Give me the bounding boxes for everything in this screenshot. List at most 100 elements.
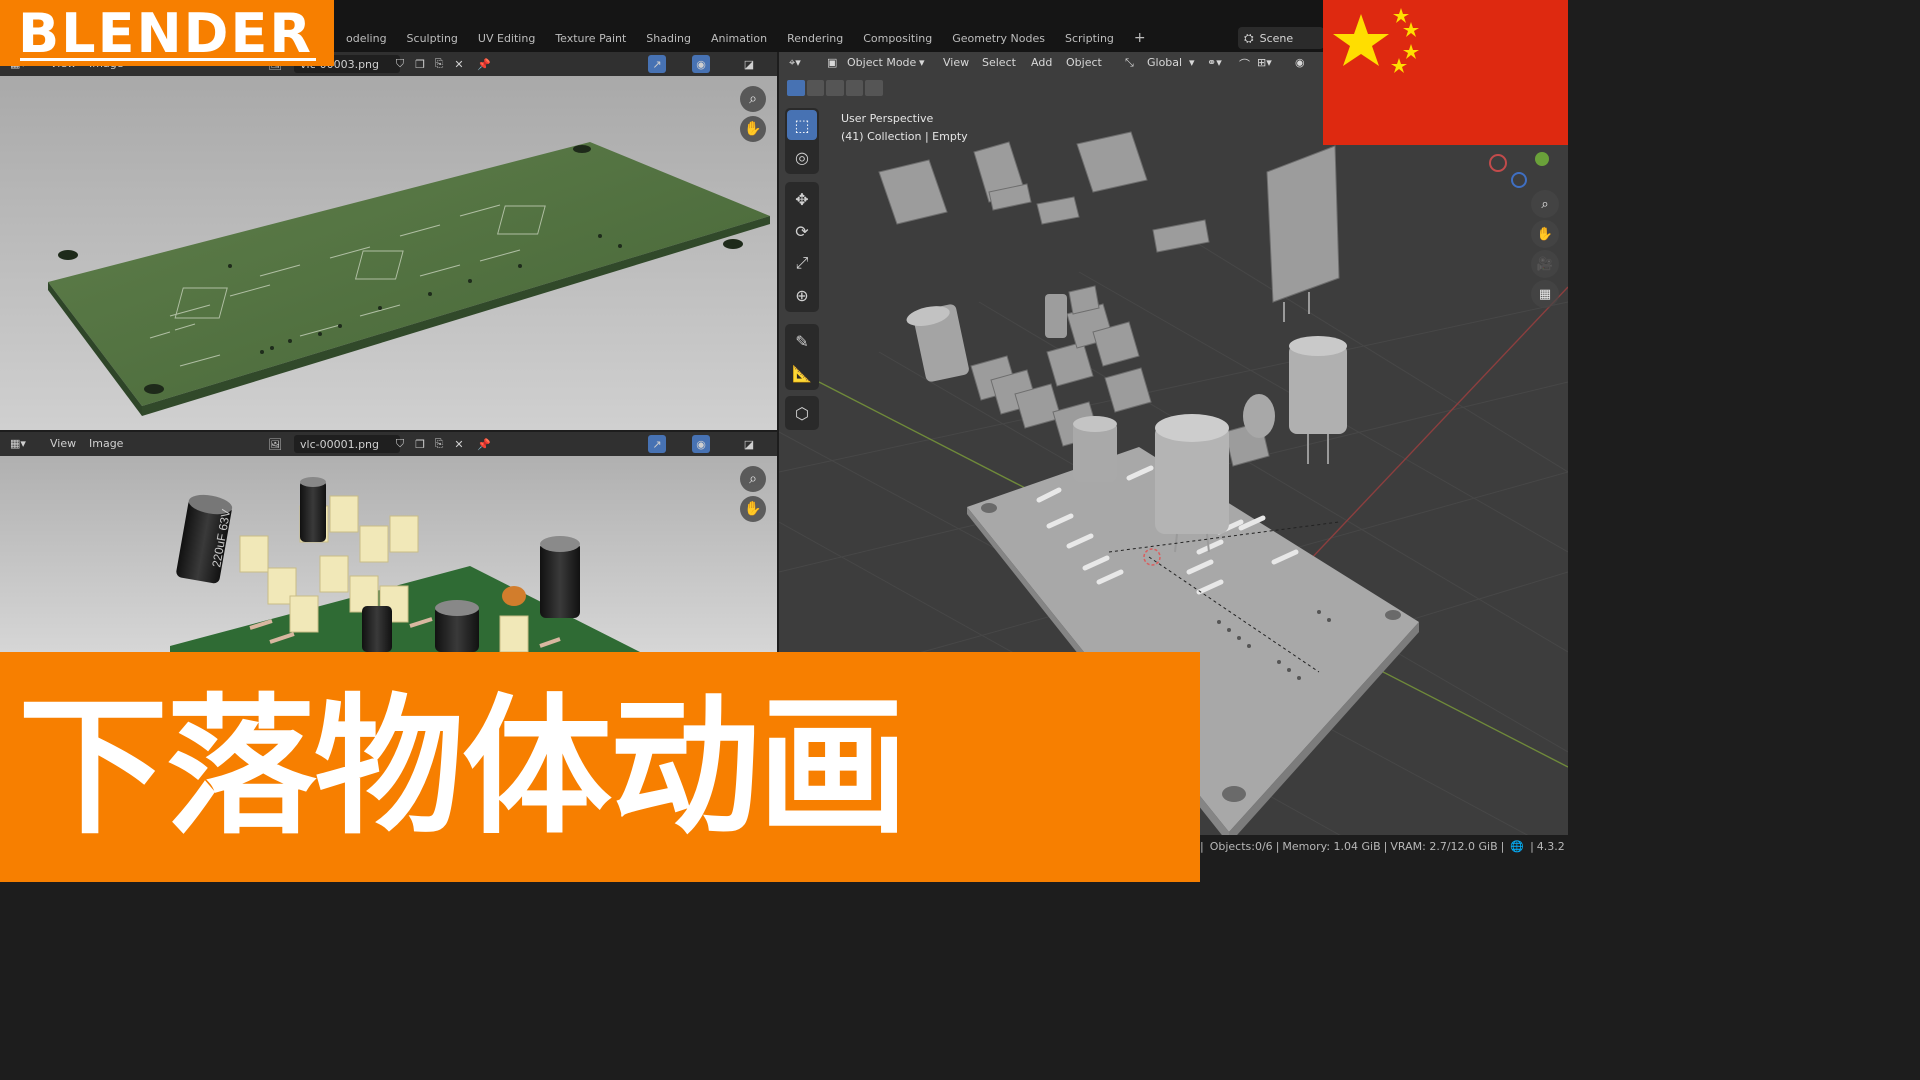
- pan-hand-icon[interactable]: ✋: [740, 496, 766, 522]
- menu-view[interactable]: View: [50, 437, 76, 450]
- image-name-field[interactable]: vlc-00001.png: [294, 435, 400, 453]
- scene-label: Scene: [1259, 31, 1294, 45]
- move-icon[interactable]: ✥: [787, 184, 817, 214]
- mode-selector[interactable]: Object Mode: [847, 56, 916, 69]
- axis-y-icon: [1535, 152, 1549, 166]
- active-collection-label: (41) Collection | Empty: [841, 130, 968, 143]
- tab-uv-editing[interactable]: UV Editing: [468, 28, 545, 52]
- zoom-icon[interactable]: ⌕: [740, 86, 766, 112]
- editor-type-icon[interactable]: ▦▾: [10, 437, 26, 450]
- fake-user-icon[interactable]: ⛉: [391, 55, 409, 73]
- pan-hand-icon[interactable]: ✋: [1531, 220, 1559, 248]
- blender-version: 4.3.2: [1536, 839, 1565, 853]
- duplicate-icon[interactable]: ❐: [411, 435, 429, 453]
- close-icon[interactable]: ✕: [450, 435, 468, 453]
- uv-sync-icon[interactable]: ↗: [648, 435, 666, 453]
- snap-icon[interactable]: ⌒: [1239, 56, 1250, 72]
- camera-view-icon[interactable]: 🎥: [1531, 250, 1559, 278]
- open-image-icon[interactable]: ⎘: [430, 435, 448, 453]
- toolbar-add: ⬡: [785, 396, 819, 430]
- select-box-icon[interactable]: ⬚: [787, 110, 817, 140]
- tab-rendering[interactable]: Rendering: [777, 28, 853, 52]
- add-cube-icon[interactable]: ⬡: [787, 398, 817, 428]
- workspace-tabs: odeling Sculpting UV Editing Texture Pai…: [336, 28, 1156, 52]
- china-flag-icon: [1323, 0, 1568, 145]
- viewport-info: User Perspective (41) Collection | Empty: [841, 110, 968, 146]
- image-editor-bottom: ▦▾ View Image 🖼 vlc-00001.png ⛉ ❐ ⎘ ✕ 📌 …: [0, 432, 777, 652]
- snap-target-icon[interactable]: ⊞▾: [1257, 56, 1272, 69]
- rotate-icon[interactable]: ⟳: [787, 216, 817, 246]
- vram-usage: VRAM: 2.7/12.0 GiB: [1390, 839, 1498, 853]
- zoom-icon[interactable]: ⌕: [740, 466, 766, 492]
- gizmo-toggle-icon[interactable]: ◉: [692, 55, 710, 73]
- close-icon[interactable]: ✕: [450, 55, 468, 73]
- menu-view[interactable]: View: [943, 56, 969, 69]
- render-preview-pcb: [0, 76, 777, 430]
- tab-shading[interactable]: Shading: [636, 28, 701, 52]
- select-new-icon[interactable]: [787, 80, 805, 96]
- axis-x-icon: [1489, 154, 1507, 172]
- proportional-edit-icon[interactable]: ◉: [1295, 56, 1305, 69]
- menu-select[interactable]: Select: [982, 56, 1016, 69]
- annotate-icon[interactable]: ✎: [787, 326, 817, 356]
- menu-image[interactable]: Image: [89, 437, 123, 450]
- selection-mode-buttons: [787, 80, 883, 98]
- logo-underline: [20, 58, 316, 61]
- tab-modeling[interactable]: odeling: [336, 28, 397, 52]
- select-extend-icon[interactable]: [806, 80, 825, 96]
- perspective-toggle-icon[interactable]: ▦: [1531, 280, 1559, 308]
- toolbar-annotate: ✎ 📐: [785, 324, 819, 390]
- tab-sculpting[interactable]: Sculpting: [397, 28, 468, 52]
- display-channels-icon[interactable]: ◪: [740, 435, 758, 453]
- image-editor-header: ▦▾ View Image 🖼 vlc-00001.png ⛉ ❐ ⎘ ✕ 📌 …: [0, 432, 777, 456]
- menu-add[interactable]: Add: [1031, 56, 1052, 69]
- menu-object[interactable]: Object: [1066, 56, 1102, 69]
- toolbar: ⬚ ◎: [785, 108, 819, 174]
- tab-texture-paint[interactable]: Texture Paint: [545, 28, 636, 52]
- scene-icon: ⛭: [1244, 30, 1254, 45]
- fake-user-icon[interactable]: ⛉: [391, 435, 409, 453]
- flag-stars: [1333, 8, 1419, 73]
- image-browse-icon[interactable]: 🖼: [266, 435, 284, 453]
- transform-icon[interactable]: ⊕: [787, 280, 817, 310]
- select-subtract-icon[interactable]: [826, 80, 844, 96]
- axis-z-icon: [1511, 172, 1527, 188]
- tab-scripting[interactable]: Scripting: [1055, 28, 1124, 52]
- tab-compositing[interactable]: Compositing: [853, 28, 942, 52]
- objects-count: Objects:0/6: [1209, 839, 1273, 853]
- duplicate-icon[interactable]: ❐: [411, 55, 429, 73]
- select-invert-icon[interactable]: [845, 80, 864, 96]
- cursor-icon[interactable]: ◎: [787, 142, 817, 172]
- image-editor-top: ▦▾ View Image 🖼 vlc-00003.png ⛉ ❐ ⎘ ✕ 📌 …: [0, 52, 777, 430]
- object-mode-icon: ▣: [827, 56, 838, 69]
- tab-geometry-nodes[interactable]: Geometry Nodes: [942, 28, 1055, 52]
- scene-selector[interactable]: ⛭ Scene: [1238, 27, 1324, 49]
- select-intersect-icon[interactable]: [865, 80, 883, 96]
- render-preview-components: 220uF 63V: [0, 456, 777, 652]
- orientation-chevron-icon: ▾: [1189, 56, 1195, 69]
- measure-icon[interactable]: 📐: [787, 358, 817, 388]
- pin-icon[interactable]: 📌: [475, 55, 493, 73]
- pin-icon[interactable]: 📌: [475, 435, 493, 453]
- status-separator: |: [1200, 839, 1204, 853]
- zoom-icon[interactable]: ⌕: [1531, 190, 1559, 218]
- tab-animation[interactable]: Animation: [701, 28, 777, 52]
- uv-sync-icon[interactable]: ↗: [648, 55, 666, 73]
- display-channels-icon[interactable]: ◪: [740, 55, 758, 73]
- memory-usage: Memory: 1.04 GiB: [1282, 839, 1381, 853]
- transform-orientation-select[interactable]: Global: [1147, 56, 1182, 69]
- pivot-icon[interactable]: ⚭▾: [1207, 56, 1222, 69]
- status-separator: |: [1530, 839, 1534, 853]
- status-separator: |: [1275, 839, 1280, 853]
- gizmo-toggle-icon[interactable]: ◉: [692, 435, 710, 453]
- add-workspace-button[interactable]: +: [1124, 28, 1156, 52]
- open-image-icon[interactable]: ⎘: [430, 55, 448, 73]
- scale-icon[interactable]: ⤢: [787, 248, 817, 278]
- logo-text: BLENDER: [18, 2, 313, 65]
- pan-hand-icon[interactable]: ✋: [740, 116, 766, 142]
- mode-dropdown-chevron-icon: ▾: [919, 56, 925, 69]
- editor-type-icon[interactable]: ⌖▾: [789, 56, 801, 70]
- status-separator: |: [1383, 839, 1388, 853]
- thumbnail-title: 下落物体动画: [18, 681, 908, 855]
- globe-icon: 🌐: [1510, 839, 1525, 853]
